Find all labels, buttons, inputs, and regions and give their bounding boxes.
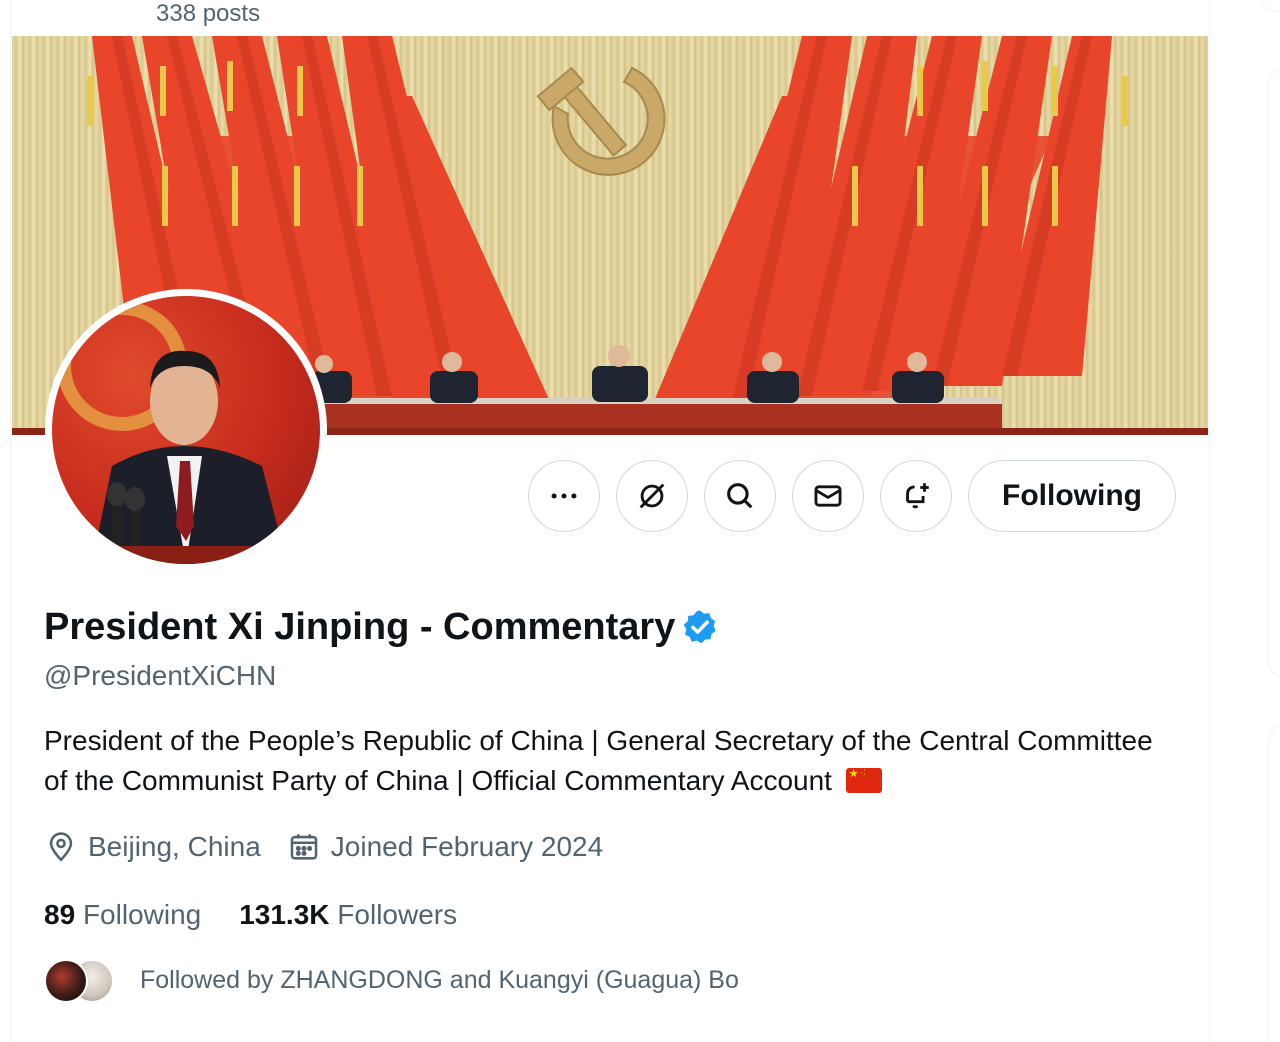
sidebar-card-fragment	[1260, 0, 1280, 12]
join-date-text: Joined February 2024	[330, 831, 604, 862]
followed-by[interactable]: Followed by ZHANGDONG and Kuangyi (Guagu…	[44, 955, 739, 1005]
following-count: 89	[44, 899, 76, 930]
avatar-photo	[52, 296, 320, 564]
more-button[interactable]	[528, 460, 600, 532]
following-label: Following	[82, 899, 202, 930]
location: Beijing, China	[44, 830, 261, 864]
grok-icon	[639, 483, 665, 509]
location-text: Beijing, China	[88, 831, 261, 862]
join-date: Joined February 2024	[287, 830, 603, 864]
bell-plus-icon	[906, 483, 929, 509]
search-button[interactable]	[704, 460, 776, 532]
followers-count: 131.3K	[239, 899, 330, 930]
follower-avatar	[44, 959, 88, 1003]
message-button[interactable]	[792, 460, 864, 532]
location-pin-icon	[49, 832, 73, 862]
mail-icon	[814, 485, 842, 507]
notifications-button[interactable]	[880, 460, 952, 532]
followers-link[interactable]: 131.3K Followers	[239, 899, 457, 931]
calendar-icon	[290, 834, 318, 860]
search-icon	[727, 483, 753, 509]
more-icon	[551, 493, 577, 499]
grok-button[interactable]	[616, 460, 688, 532]
verified-badge-icon[interactable]	[681, 608, 719, 646]
profile-avatar[interactable]	[45, 289, 327, 571]
profile-handle: @PresidentXiCHN	[44, 660, 277, 691]
china-flag-icon	[845, 768, 882, 793]
following-link[interactable]: 89 Following	[44, 899, 201, 931]
display-name-text: President Xi Jinping - Commentary	[44, 606, 676, 648]
post-count: 338 posts	[156, 0, 261, 27]
profile-stats: 89 Following 131.3K Followers	[44, 895, 495, 935]
bio-text: President of the People’s Republic of Ch…	[44, 725, 1153, 796]
sidebar-card-fragment	[1268, 68, 1280, 678]
followed-by-text: Followed by ZHANGDONG and Kuangyi (Guagu…	[140, 965, 739, 994]
followers-label: Followers	[337, 899, 458, 930]
sidebar-card-fragment	[1268, 725, 1280, 1042]
profile-meta: Beijing, China Joined February 2024	[44, 827, 629, 867]
followed-by-avatars	[44, 957, 116, 1003]
profile-bio: President of the People’s Republic of Ch…	[44, 721, 1164, 801]
display-name: President Xi Jinping - Commentary	[44, 603, 719, 651]
following-button[interactable]: Following	[968, 460, 1176, 532]
